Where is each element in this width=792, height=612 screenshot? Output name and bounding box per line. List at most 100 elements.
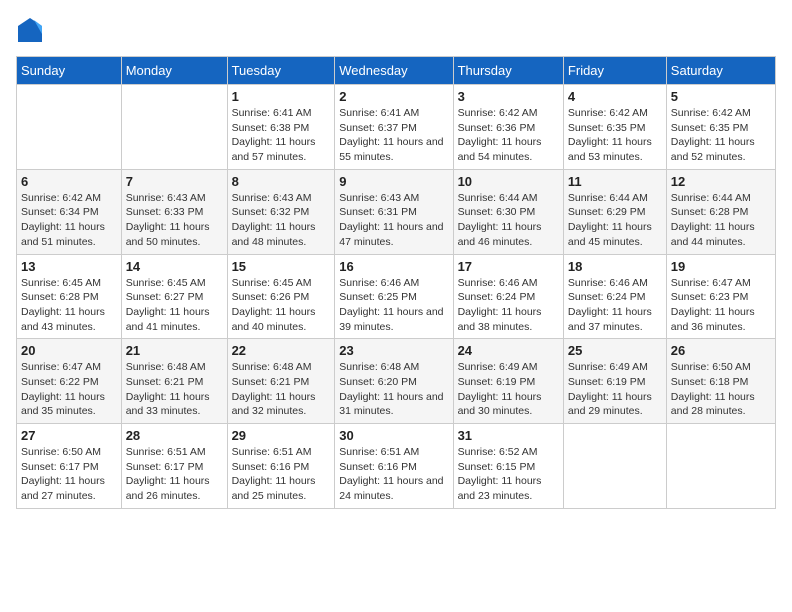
day-number: 18	[568, 259, 662, 274]
day-number: 12	[671, 174, 771, 189]
day-info: Sunrise: 6:47 AMSunset: 6:23 PMDaylight:…	[671, 276, 771, 335]
calendar-cell: 22 Sunrise: 6:48 AMSunset: 6:21 PMDayligh…	[227, 339, 335, 424]
calendar-cell: 20 Sunrise: 6:47 AMSunset: 6:22 PMDayligh…	[17, 339, 122, 424]
calendar-cell: 18Sunrise: 6:46 AMSunset: 6:24 PMDayligh…	[563, 254, 666, 339]
day-info: Sunrise: 6:45 AMSunset: 6:27 PMDaylight:…	[126, 276, 223, 335]
calendar-cell: 27 Sunrise: 6:50 AMSunset: 6:17 PMDayligh…	[17, 424, 122, 509]
calendar-cell: 11Sunrise: 6:44 AMSunset: 6:29 PMDayligh…	[563, 169, 666, 254]
day-info: Sunrise: 6:42 AMSunset: 6:36 PMDaylight:…	[458, 106, 559, 165]
calendar-cell: 6 Sunrise: 6:42 AMSunset: 6:34 PMDaylight…	[17, 169, 122, 254]
day-info: Sunrise: 6:44 AMSunset: 6:28 PMDaylight:…	[671, 191, 771, 250]
calendar-cell: 17 Sunrise: 6:46 AMSunset: 6:24 PMDayligh…	[453, 254, 563, 339]
day-number: 19	[671, 259, 771, 274]
page-header	[16, 16, 776, 44]
calendar-cell: 28 Sunrise: 6:51 AMSunset: 6:17 PMDayligh…	[121, 424, 227, 509]
calendar-cell: 19 Sunrise: 6:47 AMSunset: 6:23 PMDayligh…	[666, 254, 775, 339]
day-info: Sunrise: 6:50 AMSunset: 6:17 PMDaylight:…	[21, 445, 117, 504]
day-info: Sunrise: 6:46 AMSunset: 6:24 PMDaylight:…	[458, 276, 559, 335]
day-info: Sunrise: 6:48 AMSunset: 6:21 PMDaylight:…	[232, 360, 331, 419]
day-number: 27	[21, 428, 117, 443]
day-number: 14	[126, 259, 223, 274]
day-info: Sunrise: 6:41 AMSunset: 6:37 PMDaylight:…	[339, 106, 448, 165]
calendar-cell: 13 Sunrise: 6:45 AMSunset: 6:28 PMDayligh…	[17, 254, 122, 339]
calendar-cell: 25 Sunrise: 6:49 AMSunset: 6:19 PMDayligh…	[563, 339, 666, 424]
day-number: 8	[232, 174, 331, 189]
day-info: Sunrise: 6:46 AMSunset: 6:25 PMDaylight:…	[339, 276, 448, 335]
day-header-sunday: Sunday	[17, 57, 122, 85]
day-number: 2	[339, 89, 448, 104]
calendar-cell: 21 Sunrise: 6:48 AMSunset: 6:21 PMDayligh…	[121, 339, 227, 424]
calendar-cell: 31 Sunrise: 6:52 AMSunset: 6:15 PMDayligh…	[453, 424, 563, 509]
day-header-monday: Monday	[121, 57, 227, 85]
day-number: 31	[458, 428, 559, 443]
day-number: 13	[21, 259, 117, 274]
day-number: 17	[458, 259, 559, 274]
day-info: Sunrise: 6:45 AMSunset: 6:28 PMDaylight:…	[21, 276, 117, 335]
calendar-cell: 1Sunrise: 6:41 AMSunset: 6:38 PMDaylight…	[227, 85, 335, 170]
day-info: Sunrise: 6:45 AMSunset: 6:26 PMDaylight:…	[232, 276, 331, 335]
calendar-cell: 24 Sunrise: 6:49 AMSunset: 6:19 PMDayligh…	[453, 339, 563, 424]
day-info: Sunrise: 6:51 AMSunset: 6:16 PMDaylight:…	[339, 445, 448, 504]
day-info: Sunrise: 6:50 AMSunset: 6:18 PMDaylight:…	[671, 360, 771, 419]
day-header-tuesday: Tuesday	[227, 57, 335, 85]
day-number: 10	[458, 174, 559, 189]
day-number: 24	[458, 343, 559, 358]
day-number: 25	[568, 343, 662, 358]
calendar-cell: 23Sunrise: 6:48 AMSunset: 6:20 PMDayligh…	[335, 339, 453, 424]
day-info: Sunrise: 6:51 AMSunset: 6:16 PMDaylight:…	[232, 445, 331, 504]
day-info: Sunrise: 6:49 AMSunset: 6:19 PMDaylight:…	[458, 360, 559, 419]
day-info: Sunrise: 6:43 AMSunset: 6:32 PMDaylight:…	[232, 191, 331, 250]
day-number: 21	[126, 343, 223, 358]
day-info: Sunrise: 6:48 AMSunset: 6:20 PMDaylight:…	[339, 360, 448, 419]
day-header-thursday: Thursday	[453, 57, 563, 85]
day-number: 26	[671, 343, 771, 358]
day-info: Sunrise: 6:52 AMSunset: 6:15 PMDaylight:…	[458, 445, 559, 504]
week-row-3: 20 Sunrise: 6:47 AMSunset: 6:22 PMDayligh…	[17, 339, 776, 424]
day-number: 22	[232, 343, 331, 358]
day-headers-row: SundayMondayTuesdayWednesdayThursdayFrid…	[17, 57, 776, 85]
calendar-cell	[666, 424, 775, 509]
day-info: Sunrise: 6:42 AMSunset: 6:34 PMDaylight:…	[21, 191, 117, 250]
calendar-cell: 30 Sunrise: 6:51 AMSunset: 6:16 PMDayligh…	[335, 424, 453, 509]
calendar-cell: 14 Sunrise: 6:45 AMSunset: 6:27 PMDayligh…	[121, 254, 227, 339]
day-number: 4	[568, 89, 662, 104]
day-info: Sunrise: 6:42 AMSunset: 6:35 PMDaylight:…	[671, 106, 771, 165]
logo-icon	[16, 16, 44, 44]
calendar-cell: 10Sunrise: 6:44 AMSunset: 6:30 PMDayligh…	[453, 169, 563, 254]
day-header-wednesday: Wednesday	[335, 57, 453, 85]
calendar-table: SundayMondayTuesdayWednesdayThursdayFrid…	[16, 56, 776, 509]
calendar-cell: 7 Sunrise: 6:43 AMSunset: 6:33 PMDaylight…	[121, 169, 227, 254]
logo	[16, 16, 48, 44]
day-number: 7	[126, 174, 223, 189]
calendar-cell: 3 Sunrise: 6:42 AMSunset: 6:36 PMDaylight…	[453, 85, 563, 170]
day-number: 6	[21, 174, 117, 189]
calendar-cell: 15 Sunrise: 6:45 AMSunset: 6:26 PMDayligh…	[227, 254, 335, 339]
day-header-friday: Friday	[563, 57, 666, 85]
calendar-cell: 4Sunrise: 6:42 AMSunset: 6:35 PMDaylight…	[563, 85, 666, 170]
week-row-1: 6 Sunrise: 6:42 AMSunset: 6:34 PMDaylight…	[17, 169, 776, 254]
day-info: Sunrise: 6:47 AMSunset: 6:22 PMDaylight:…	[21, 360, 117, 419]
calendar-cell: 9Sunrise: 6:43 AMSunset: 6:31 PMDaylight…	[335, 169, 453, 254]
day-number: 1	[232, 89, 331, 104]
day-number: 28	[126, 428, 223, 443]
calendar-cell: 16Sunrise: 6:46 AMSunset: 6:25 PMDayligh…	[335, 254, 453, 339]
week-row-2: 13 Sunrise: 6:45 AMSunset: 6:28 PMDayligh…	[17, 254, 776, 339]
day-number: 30	[339, 428, 448, 443]
day-info: Sunrise: 6:51 AMSunset: 6:17 PMDaylight:…	[126, 445, 223, 504]
day-info: Sunrise: 6:48 AMSunset: 6:21 PMDaylight:…	[126, 360, 223, 419]
day-number: 5	[671, 89, 771, 104]
calendar-cell: 2 Sunrise: 6:41 AMSunset: 6:37 PMDaylight…	[335, 85, 453, 170]
day-info: Sunrise: 6:43 AMSunset: 6:33 PMDaylight:…	[126, 191, 223, 250]
week-row-4: 27 Sunrise: 6:50 AMSunset: 6:17 PMDayligh…	[17, 424, 776, 509]
day-info: Sunrise: 6:49 AMSunset: 6:19 PMDaylight:…	[568, 360, 662, 419]
calendar-cell	[17, 85, 122, 170]
calendar-cell: 8 Sunrise: 6:43 AMSunset: 6:32 PMDaylight…	[227, 169, 335, 254]
day-number: 20	[21, 343, 117, 358]
day-number: 3	[458, 89, 559, 104]
day-info: Sunrise: 6:43 AMSunset: 6:31 PMDaylight:…	[339, 191, 448, 250]
calendar-cell: 5 Sunrise: 6:42 AMSunset: 6:35 PMDaylight…	[666, 85, 775, 170]
calendar-cell	[563, 424, 666, 509]
calendar-cell: 29 Sunrise: 6:51 AMSunset: 6:16 PMDayligh…	[227, 424, 335, 509]
day-number: 29	[232, 428, 331, 443]
day-number: 15	[232, 259, 331, 274]
